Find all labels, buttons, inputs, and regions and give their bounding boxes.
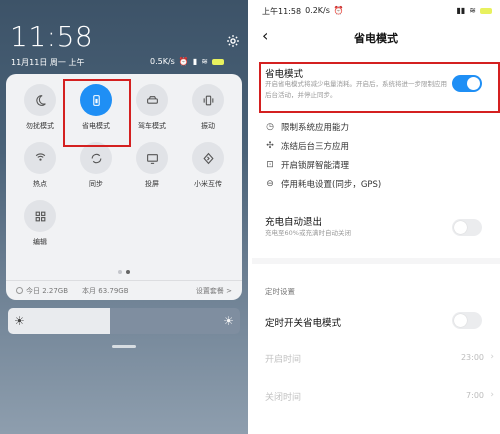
control-center-panel: 11:58 11月11日 周一 上午 0.5K/s ⏰ ▮ ≋ 勿扰模式 省电模式…: [0, 0, 248, 434]
alarm-icon: ⏰: [333, 6, 344, 15]
pull-handle[interactable]: [112, 345, 136, 348]
auto-exit-title: 充电自动退出: [265, 217, 323, 228]
quick-tile[interactable]: 编辑: [12, 200, 68, 247]
freeze-icon: ✣: [266, 141, 274, 151]
feature-label: 冻结后台三方应用: [281, 142, 350, 152]
page-indicator: [118, 270, 130, 274]
quick-tile-label: 热点: [33, 180, 47, 188]
status-time: 上午11:58: [262, 7, 302, 16]
schedule-section-label: 定时设置: [265, 287, 295, 296]
highlight-box-battery-saver-row: [259, 62, 500, 113]
quick-tile[interactable]: 振动: [180, 84, 236, 131]
moon-icon: [24, 84, 56, 116]
edit-grid-icon: [24, 200, 56, 232]
signal-icon: ▮▮: [456, 6, 466, 15]
chevron-right-icon: ›: [490, 390, 494, 400]
net-speed: 0.5K/s: [150, 57, 175, 66]
page-title: 省电模式: [354, 32, 398, 45]
lock-clean-icon: ⊡: [266, 160, 274, 170]
battery-icon: [480, 7, 492, 14]
feature-label: 开启锁屏智能清理: [281, 161, 350, 171]
brightness-low-icon: ☀: [14, 314, 25, 328]
quick-tile[interactable]: 小米互传: [180, 142, 236, 189]
quick-tile-label: 同步: [89, 180, 103, 188]
quick-tile-label: 振动: [201, 122, 215, 130]
section-divider: [252, 258, 500, 264]
status-bar-icons: 0.5K/s ⏰ ▮ ≋: [150, 57, 224, 66]
start-time-label[interactable]: 开启时间: [265, 352, 301, 365]
battery-icon: [211, 58, 224, 65]
start-time-value: 23:00: [460, 353, 484, 362]
quick-tile-label: 投屏: [145, 180, 159, 188]
page-dot-active: [126, 270, 130, 274]
quick-tile-label: 驾车模式: [138, 122, 166, 130]
signal-icon: ▮: [192, 57, 198, 66]
toggle-knob: [454, 314, 467, 327]
car-icon: [136, 84, 168, 116]
quick-tile-label: 小米互传: [194, 180, 222, 188]
quick-tile-label: 编辑: [33, 238, 47, 246]
feature-item: ◷ 限制系统应用能力: [265, 121, 349, 133]
alarm-icon: ⏰: [178, 57, 189, 66]
brightness-slider[interactable]: ☀ ☀: [8, 308, 240, 334]
status-speed: 0.2K/s: [305, 6, 330, 15]
scheduled-toggle[interactable]: [452, 312, 482, 329]
status-bar-right: ▮▮ ≋: [456, 6, 492, 15]
quick-tile[interactable]: 驾车模式: [124, 84, 180, 131]
clock-time: 11:58: [10, 20, 94, 53]
brightness-high-icon: ☀: [223, 314, 234, 328]
data-today: 今日 2.27GB: [16, 286, 68, 296]
data-plan-link[interactable]: 设置套餐 >: [196, 286, 232, 296]
data-usage-icon: [16, 287, 23, 294]
data-usage-bar: 今日 2.27GB 本月 63.79GB 设置套餐 >: [6, 280, 242, 300]
feature-item: ✣ 冻结后台三方应用: [265, 140, 349, 152]
toggle-knob: [454, 221, 467, 234]
clock-icon: ◷: [266, 122, 274, 132]
chevron-right-icon: ›: [490, 352, 494, 362]
feature-label: 停用耗电设置(同步，GPS): [281, 180, 382, 190]
quick-tile-label: 勿扰模式: [26, 122, 54, 130]
wifi-icon: ≋: [469, 6, 476, 15]
cast-icon: [136, 142, 168, 174]
end-time-label[interactable]: 关闭时间: [265, 390, 301, 403]
quick-tile[interactable]: 勿扰模式: [12, 84, 68, 131]
date-label: 11月11日 周一 上午: [11, 58, 85, 67]
quick-tile[interactable]: 热点: [12, 142, 68, 189]
vibrate-icon: [192, 84, 224, 116]
feature-item: ⊡ 开启锁屏智能清理: [265, 159, 349, 171]
auto-exit-description: 充电至60%或充满时自动关闭: [265, 229, 351, 237]
settings-gear-icon[interactable]: [226, 33, 240, 47]
auto-exit-toggle[interactable]: [452, 219, 482, 236]
status-bar-left: 上午11:58 0.2K/s ⏰: [262, 6, 344, 17]
quick-tile[interactable]: 投屏: [124, 142, 180, 189]
feature-label: 限制系统应用能力: [281, 123, 350, 133]
data-month-label: 本月 63.79GB: [82, 286, 129, 295]
share-icon: [192, 142, 224, 174]
scheduled-title: 定时开关省电模式: [265, 318, 342, 329]
feature-item: ⊖ 停用耗电设置(同步，GPS): [265, 178, 381, 190]
wifi-icon: ≋: [201, 57, 208, 66]
data-today-label: 今日 2.27GB: [26, 286, 69, 295]
end-time-value: 7:00: [466, 391, 484, 400]
minus-circle-icon: ⊖: [266, 179, 274, 189]
highlight-box-battery-tile: [63, 79, 131, 147]
hotspot-icon: [24, 142, 56, 174]
page-dot: [118, 270, 122, 274]
quick-tile[interactable]: 同步: [68, 142, 124, 189]
